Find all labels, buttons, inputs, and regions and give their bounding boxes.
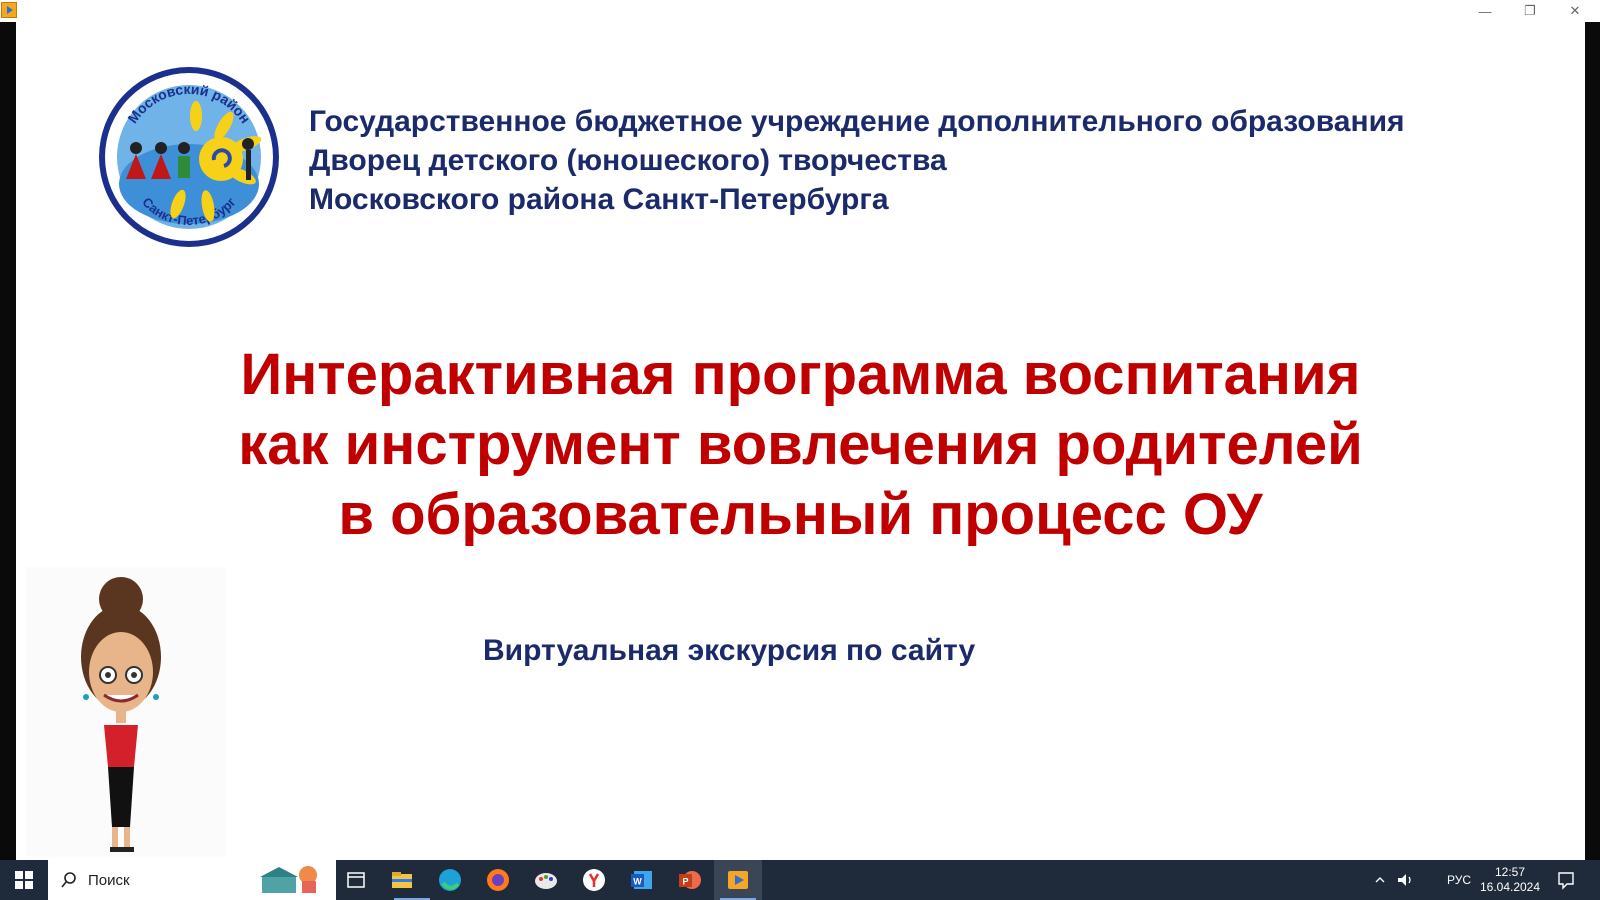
firefox-icon[interactable] xyxy=(484,866,512,894)
maximize-button[interactable]: ❐ xyxy=(1507,0,1553,22)
search-highlight-icon xyxy=(260,866,317,893)
clock-time: 12:57 xyxy=(1494,865,1526,879)
active-app-highlight[interactable] xyxy=(714,860,762,900)
clock-date: 16.04.2024 xyxy=(1479,880,1541,894)
close-button[interactable]: ✕ xyxy=(1552,0,1598,22)
yandex-icon[interactable] xyxy=(580,866,608,894)
start-button[interactable] xyxy=(0,860,48,900)
windows-taskbar: Поиск W P РУС 12:57 16.04.2024 xyxy=(0,860,1600,900)
svg-text:P: P xyxy=(682,877,688,887)
player-icon[interactable] xyxy=(1,2,17,18)
slide-headline: Интерактивная программа воспитания как и… xyxy=(16,340,1585,550)
cartoon-teacher-image xyxy=(26,567,226,857)
taskbar-search-box[interactable]: Поиск xyxy=(48,860,336,900)
file-explorer-icon[interactable] xyxy=(388,866,416,894)
organization-name: Государственное бюджетное учреждение доп… xyxy=(309,102,1405,219)
task-view-icon[interactable] xyxy=(342,866,370,894)
search-placeholder: Поиск xyxy=(88,871,130,889)
left-border xyxy=(0,22,16,860)
presentation-slide: Московский район Санкт-Петербург Государ… xyxy=(16,22,1585,860)
windows-logo-icon xyxy=(15,871,33,889)
window-titlebar: — ❐ ✕ xyxy=(0,0,1600,22)
video-player-icon xyxy=(728,871,748,889)
minimize-button[interactable]: — xyxy=(1462,0,1508,22)
svg-text:W: W xyxy=(633,877,642,887)
headline-line-2: как инструмент вовлечения родителей xyxy=(238,412,1363,477)
word-icon[interactable]: W xyxy=(628,866,656,894)
headline-line-3: в образовательный процесс ОУ xyxy=(338,482,1263,547)
org-line-1: Государственное бюджетное учреждение доп… xyxy=(309,105,1405,138)
show-hidden-icons-icon[interactable] xyxy=(1374,874,1386,886)
right-border xyxy=(1585,22,1600,860)
paint-icon[interactable] xyxy=(532,866,560,894)
notifications-icon[interactable] xyxy=(1556,870,1576,890)
organization-logo: Московский район Санкт-Петербург xyxy=(99,67,279,247)
search-icon xyxy=(61,872,76,888)
org-line-2: Дворец детского (юношеского) творчества xyxy=(309,144,947,177)
edge-icon[interactable] xyxy=(436,866,464,894)
headline-line-1: Интерактивная программа воспитания xyxy=(240,342,1361,407)
slide-subtitle: Виртуальная экскурсия по сайту xyxy=(483,634,976,667)
volume-icon[interactable] xyxy=(1396,872,1416,888)
input-language-indicator[interactable]: РУС xyxy=(1447,873,1471,887)
org-line-3: Московского района Санкт-Петербурга xyxy=(309,183,889,216)
taskbar-clock[interactable]: 12:57 16.04.2024 xyxy=(1478,865,1542,895)
powerpoint-icon[interactable]: P xyxy=(676,866,704,894)
